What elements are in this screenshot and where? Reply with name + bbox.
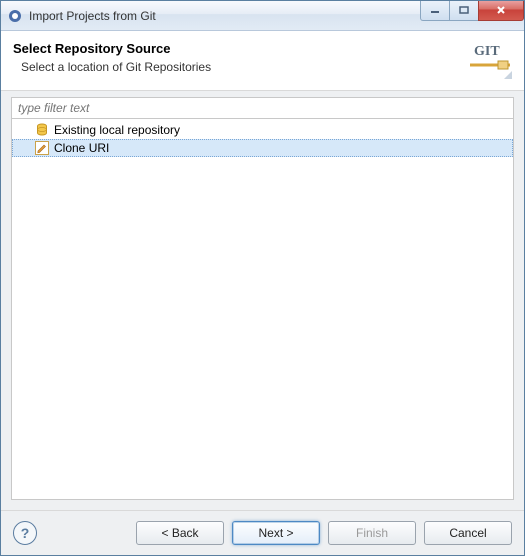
maximize-button[interactable] [449, 1, 479, 21]
page-title: Select Repository Source [13, 41, 466, 56]
edit-icon [34, 140, 50, 156]
finish-button[interactable]: Finish [328, 521, 416, 545]
window-controls [421, 1, 524, 21]
tree-item-clone-uri[interactable]: Clone URI [12, 139, 513, 157]
tree-item-label: Clone URI [54, 141, 109, 155]
close-button[interactable] [478, 1, 524, 21]
tree-item-existing-local-repository[interactable]: Existing local repository [12, 121, 513, 139]
database-icon [34, 122, 50, 138]
git-logo: GIT [466, 41, 512, 82]
minimize-button[interactable] [420, 1, 450, 21]
cancel-button[interactable]: Cancel [424, 521, 512, 545]
content-panel: Existing local repository Clone URI [11, 97, 514, 500]
page-description: Select a location of Git Repositories [21, 60, 466, 74]
tree-item-label: Existing local repository [54, 123, 180, 137]
wizard-footer: ? < Back Next > Finish Cancel [1, 510, 524, 555]
window-title: Import Projects from Git [29, 9, 421, 23]
wizard-header: Select Repository Source Select a locati… [1, 31, 524, 91]
titlebar: Import Projects from Git [1, 1, 524, 31]
filter-input[interactable] [12, 98, 513, 119]
wizard-content: Existing local repository Clone URI [1, 91, 524, 510]
app-icon [7, 8, 23, 24]
help-button[interactable]: ? [13, 521, 37, 545]
repository-source-tree[interactable]: Existing local repository Clone URI [12, 119, 513, 499]
back-button[interactable]: < Back [136, 521, 224, 545]
svg-text:GIT: GIT [474, 44, 500, 59]
next-button[interactable]: Next > [232, 521, 320, 545]
